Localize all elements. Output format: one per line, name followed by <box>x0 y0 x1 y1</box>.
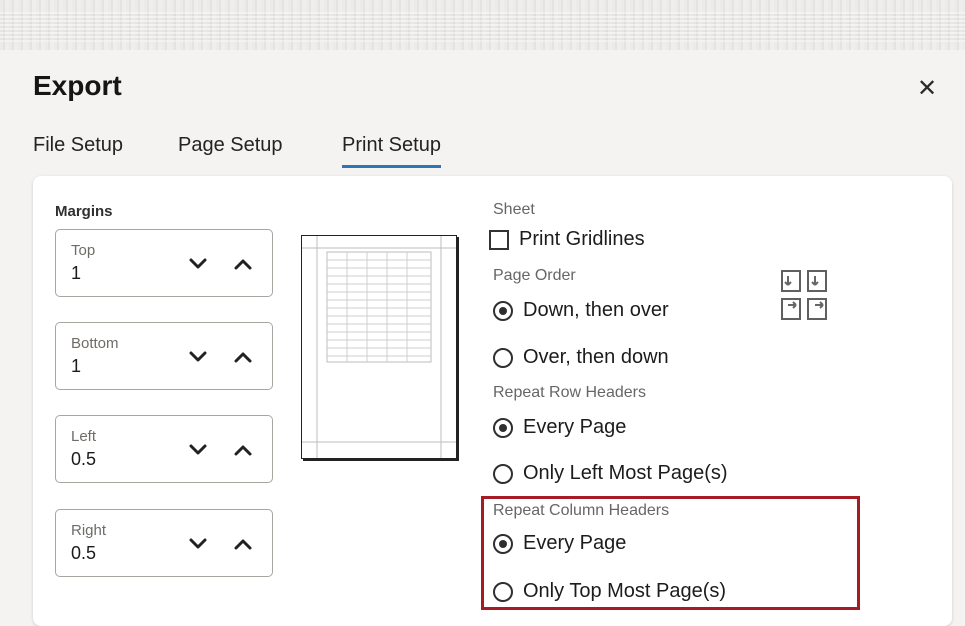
close-button[interactable]: ✕ <box>914 76 940 102</box>
tab-page-setup[interactable]: Page Setup <box>178 134 283 165</box>
row-left-most-label: Only Left Most Page(s) <box>523 462 728 484</box>
tab-file-setup[interactable]: File Setup <box>33 134 123 165</box>
print-gridlines-label: Print Gridlines <box>519 228 645 250</box>
repeat-row-every-page[interactable]: Every Page <box>493 416 626 439</box>
print-gridlines-checkbox[interactable]: Print Gridlines <box>489 228 645 251</box>
dialog-title: Export <box>33 70 122 101</box>
bottom-margin-label: Bottom <box>71 335 119 352</box>
tab-print-setup[interactable]: Print Setup <box>342 134 441 168</box>
radio-unselected-icon <box>493 347 513 368</box>
close-icon: ✕ <box>916 75 938 102</box>
left-margin-decrement-button[interactable] <box>184 437 212 463</box>
right-margin-label: Right <box>71 522 107 539</box>
left-margin-increment-button[interactable] <box>229 437 257 463</box>
column-every-page-label: Every Page <box>523 532 627 554</box>
repeat-row-left-most-pages[interactable]: Only Left Most Page(s) <box>493 462 728 485</box>
page-order-label: Page Order <box>493 267 576 284</box>
top-margin-decrement-button[interactable] <box>184 251 212 277</box>
chevron-down-icon <box>189 258 207 269</box>
right-margin-value[interactable]: 0.5 <box>71 543 96 564</box>
bottom-margin-increment-button[interactable] <box>229 344 257 370</box>
left-margin-value[interactable]: 0.5 <box>71 449 96 470</box>
page-order-down-then-over[interactable]: Down, then over <box>493 299 669 322</box>
top-margin-label: Top <box>71 242 96 259</box>
page-order-icon <box>781 270 827 320</box>
chevron-up-icon <box>234 259 252 270</box>
sheet-label: Sheet <box>493 201 535 218</box>
bottom-margin-field: Bottom 1 <box>55 322 273 390</box>
repeat-row-headers-label: Repeat Row Headers <box>493 384 646 401</box>
down-then-over-label: Down, then over <box>523 299 669 321</box>
top-margin-field: Top 1 <box>55 229 273 297</box>
right-margin-field: Right 0.5 <box>55 509 273 577</box>
right-margin-decrement-button[interactable] <box>184 531 212 557</box>
print-setup-panel: Margins Top 1 Bottom 1 Left 0.5 Right 0.… <box>33 176 952 626</box>
radio-unselected-icon <box>493 463 513 484</box>
bottom-margin-decrement-button[interactable] <box>184 344 212 370</box>
page-order-over-then-down[interactable]: Over, then down <box>493 346 669 369</box>
chevron-up-icon <box>234 352 252 363</box>
repeat-column-top-most-pages[interactable]: Only Top Most Page(s) <box>493 580 726 603</box>
repeat-column-every-page[interactable]: Every Page <box>493 532 626 555</box>
column-top-most-label: Only Top Most Page(s) <box>523 580 727 602</box>
sheet-preview-graphic <box>302 236 456 458</box>
radio-unselected-icon <box>493 581 513 602</box>
checkbox-icon <box>489 229 509 250</box>
top-margin-value[interactable]: 1 <box>71 263 81 284</box>
bottom-margin-value[interactable]: 1 <box>71 356 81 377</box>
page-preview <box>301 235 457 459</box>
background-strip <box>0 0 965 50</box>
radio-selected-icon <box>493 533 513 554</box>
chevron-up-icon <box>234 445 252 456</box>
right-margin-increment-button[interactable] <box>229 531 257 557</box>
chevron-down-icon <box>189 538 207 549</box>
row-every-page-label: Every Page <box>523 416 627 438</box>
repeat-column-headers-label: Repeat Column Headers <box>493 502 670 519</box>
left-margin-label: Left <box>71 428 97 445</box>
top-margin-increment-button[interactable] <box>229 251 257 277</box>
chevron-down-icon <box>189 351 207 362</box>
margins-label: Margins <box>55 203 113 220</box>
chevron-up-icon <box>234 539 252 550</box>
over-then-down-label: Over, then down <box>523 346 669 368</box>
radio-selected-icon <box>493 417 513 438</box>
left-margin-field: Left 0.5 <box>55 415 273 483</box>
radio-selected-icon <box>493 300 513 321</box>
chevron-down-icon <box>189 444 207 455</box>
